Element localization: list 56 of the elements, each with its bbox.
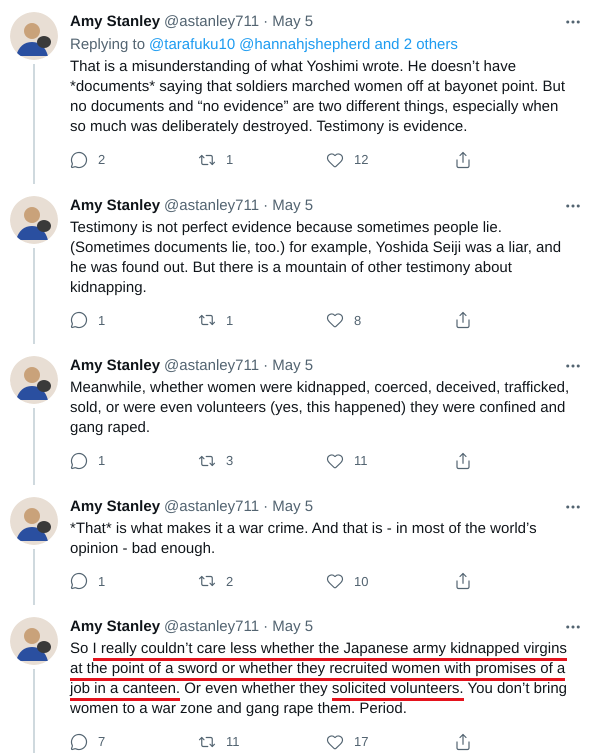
avatar[interactable] <box>10 356 58 404</box>
tweet-text: *That* is what makes it a war crime. And that is - in most of the world’s opinion - bad enough. <box>70 518 538 558</box>
tweet-time[interactable]: · May 5 <box>263 356 314 376</box>
reply-button[interactable]: 7 <box>70 732 198 752</box>
reply-icon <box>70 311 88 330</box>
tweet-text: So I really couldn’t care less whether the Japanese army kidnapped virgins at the point of a sword or whether they recruited women with promises of a job in a canteen. Or even whether they solicited volunteers. You don’t bring women to a war zone and gang rape them. Period. <box>70 639 568 719</box>
avatar[interactable] <box>10 12 58 60</box>
share-icon <box>454 311 472 330</box>
heart-icon <box>326 311 344 330</box>
retweet-button[interactable]: 1 <box>198 310 326 330</box>
heart-icon <box>326 150 344 169</box>
author-handle[interactable]: @astanley711 <box>164 496 260 516</box>
author-handle[interactable]: @astanley711 <box>164 196 260 216</box>
reply-icon <box>70 452 88 470</box>
retweet-button[interactable]: 1 <box>198 150 326 170</box>
share-icon <box>454 572 472 590</box>
tweet-time[interactable]: · May 5 <box>263 12 314 32</box>
author-name[interactable]: Amy Stanley <box>70 196 160 216</box>
like-button[interactable]: 17 <box>326 732 454 752</box>
like-button[interactable]: 10 <box>326 572 454 591</box>
author-handle[interactable]: @astanley711 <box>164 12 260 32</box>
avatar[interactable] <box>10 496 58 544</box>
tweet-time[interactable]: · May 5 <box>263 617 314 637</box>
like-button[interactable]: 8 <box>326 310 454 330</box>
author-handle[interactable]: @astanley711 <box>164 356 260 376</box>
heart-icon <box>326 572 344 590</box>
tweet-text: That is a misunderstanding of what Yoshimi wrote. He doesn’t have *documents* saying that soldiers marched women off at bayonet point. But no documents and “no evidence” are two different things, especially when so much was deliberately destroyed. Testimony is evidence. <box>70 57 566 137</box>
author-name[interactable]: Amy Stanley <box>70 12 160 32</box>
reply-button[interactable]: 2 <box>70 150 198 170</box>
heart-icon <box>326 732 344 751</box>
reply-button[interactable]: 1 <box>70 310 198 330</box>
like-button[interactable]: 11 <box>326 451 454 470</box>
tweet-time[interactable]: · May 5 <box>263 196 314 216</box>
avatar[interactable] <box>10 196 58 244</box>
reply-icon <box>70 732 88 751</box>
avatar[interactable] <box>10 617 58 665</box>
heart-icon <box>326 452 344 470</box>
retweet-button[interactable]: 11 <box>198 732 326 752</box>
like-button[interactable]: 12 <box>326 150 454 170</box>
retweet-button[interactable]: 3 <box>198 451 326 470</box>
reply-button[interactable]: 1 <box>70 572 198 591</box>
author-name[interactable]: Amy Stanley <box>70 617 160 637</box>
author-handle[interactable]: @astanley711 <box>164 617 260 637</box>
replying-to-label: Replying to <box>70 35 146 55</box>
author-name[interactable]: Amy Stanley <box>70 496 160 516</box>
reply-button[interactable]: 1 <box>70 451 198 470</box>
retweet-button[interactable]: 2 <box>198 572 326 591</box>
reply-icon <box>70 150 88 169</box>
tweet-text: Meanwhile, whether women were kidnapped, coerced, deceived, trafficked, sold, or were even volunteers (yes, this happened) they were confined and gang raped. <box>70 378 570 438</box>
author-name[interactable]: Amy Stanley <box>70 356 160 376</box>
share-icon <box>454 150 472 169</box>
tweet-text: Testimony is not perfect evidence because sometimes people lie. (Sometimes documents lie, too.) for example, Yoshida Seiji was a liar, and he was found out. But there is a mountain of other testimony about kidnapping. <box>70 218 562 298</box>
share-icon <box>454 732 472 751</box>
share-icon <box>454 452 472 470</box>
reply-icon <box>70 572 88 590</box>
tweet-time[interactable]: · May 5 <box>263 496 314 516</box>
